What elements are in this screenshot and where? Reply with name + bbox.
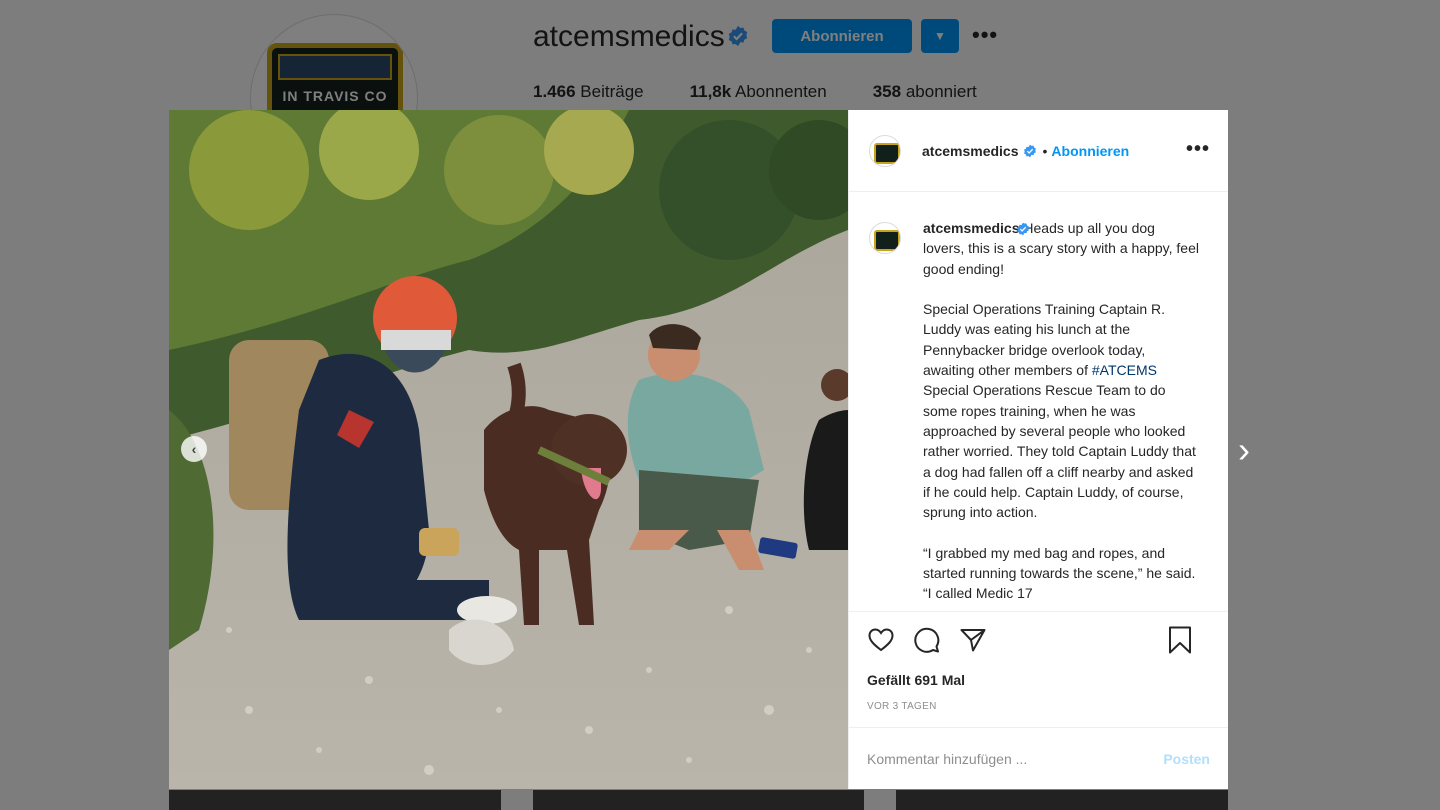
previous-media-button[interactable]: ‹ (181, 436, 207, 462)
author-username[interactable]: atcemsmedics (922, 143, 1019, 159)
post-timestamp[interactable]: VOR 3 TAGEN (849, 693, 1228, 719)
photo-illustration (169, 110, 848, 789)
post-header: atcemsmedics • Abonnieren ••• (849, 110, 1228, 192)
caption-text-part-1: Heads up all you dog lovers, this is a s… (923, 220, 1199, 379)
caption-text: atcemsmedics Heads up all you dog lovers… (923, 218, 1199, 611)
post-comment-button[interactable]: Posten (1163, 751, 1210, 767)
comment-input[interactable] (867, 750, 1127, 767)
caption-area: atcemsmedics Heads up all you dog lovers… (849, 192, 1228, 611)
comment-bubble-icon[interactable] (913, 626, 941, 654)
post-options-icon[interactable]: ••• (1186, 138, 1210, 161)
caption-text-part-2: Special Operations Rescue Team to do som… (923, 382, 1196, 602)
verified-badge-icon (1017, 222, 1029, 236)
caption-username[interactable]: atcemsmedics (923, 220, 1020, 236)
post-modal: ‹ atcemsmedics • Abonnieren ••• atcemsme… (169, 110, 1228, 789)
like-heart-icon[interactable] (867, 626, 895, 654)
follow-link[interactable]: Abonnieren (1051, 143, 1129, 159)
header-separator: • (1042, 142, 1048, 159)
author-avatar[interactable] (869, 134, 901, 167)
verified-badge-icon (1023, 144, 1036, 157)
like-count[interactable]: Gefällt 691 Mal (849, 667, 1228, 693)
comment-form: Posten (849, 727, 1228, 789)
post-sidebar: atcemsmedics • Abonnieren ••• atcemsmedi… (848, 110, 1228, 789)
post-actions (849, 611, 1228, 667)
hashtag-link[interactable]: #ATCEMS (1092, 362, 1157, 378)
post-photo[interactable]: ‹ (169, 110, 848, 789)
caption-avatar[interactable] (869, 222, 901, 254)
share-paper-plane-icon[interactable] (959, 626, 987, 654)
bookmark-save-icon[interactable] (1166, 626, 1194, 654)
next-post-arrow-icon[interactable]: › (1238, 432, 1264, 468)
